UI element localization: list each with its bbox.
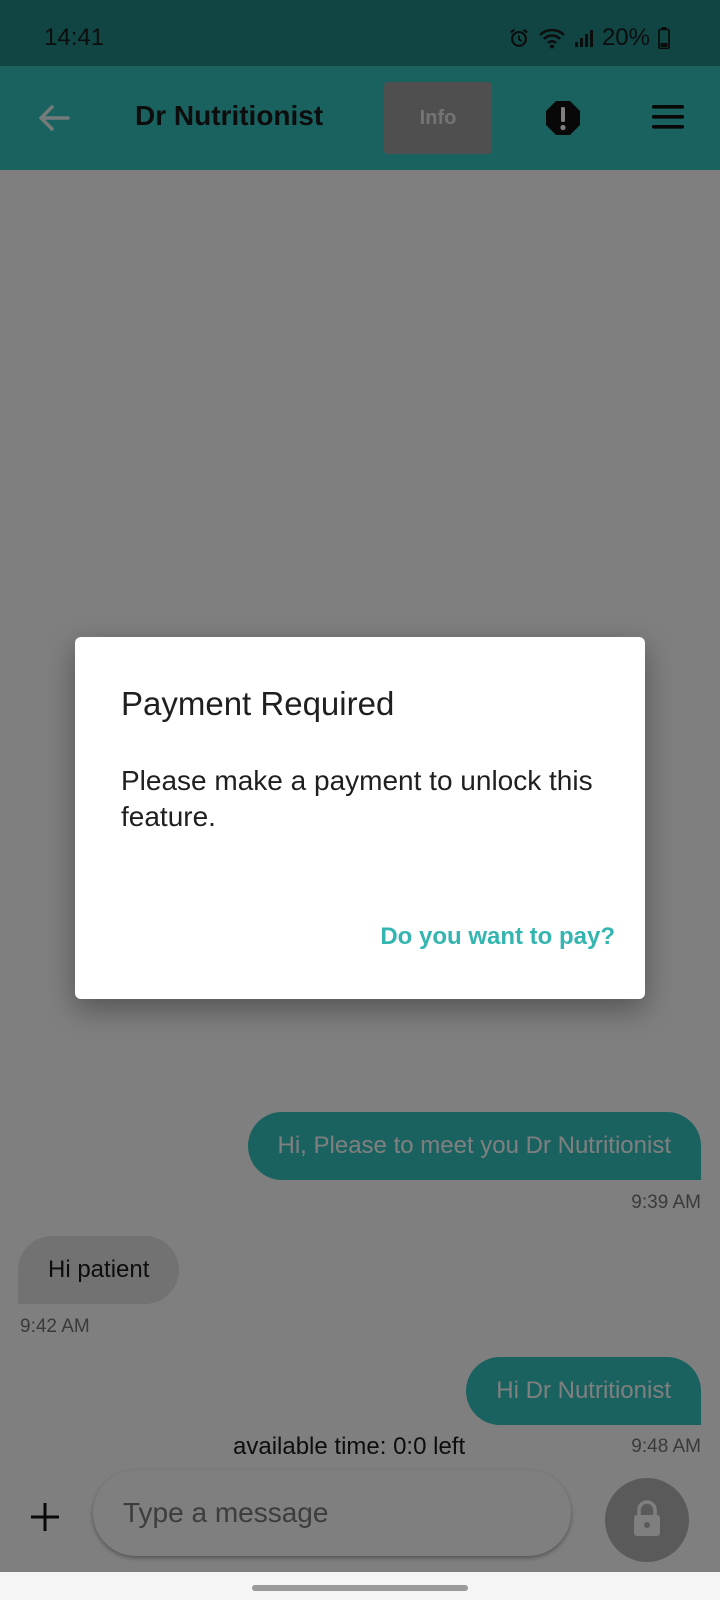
dialog-message: Please make a payment to unlock this fea… xyxy=(121,765,593,832)
system-nav-bar xyxy=(0,1572,720,1600)
pay-button[interactable]: Do you want to pay? xyxy=(380,923,615,951)
dialog-title: Payment Required xyxy=(121,685,395,722)
payment-dialog: Payment Required Please make a payment t… xyxy=(75,637,645,999)
home-indicator[interactable] xyxy=(252,1585,468,1591)
chat-screen: 14:41 20% Dr Nutritionist Info xyxy=(0,0,720,1600)
